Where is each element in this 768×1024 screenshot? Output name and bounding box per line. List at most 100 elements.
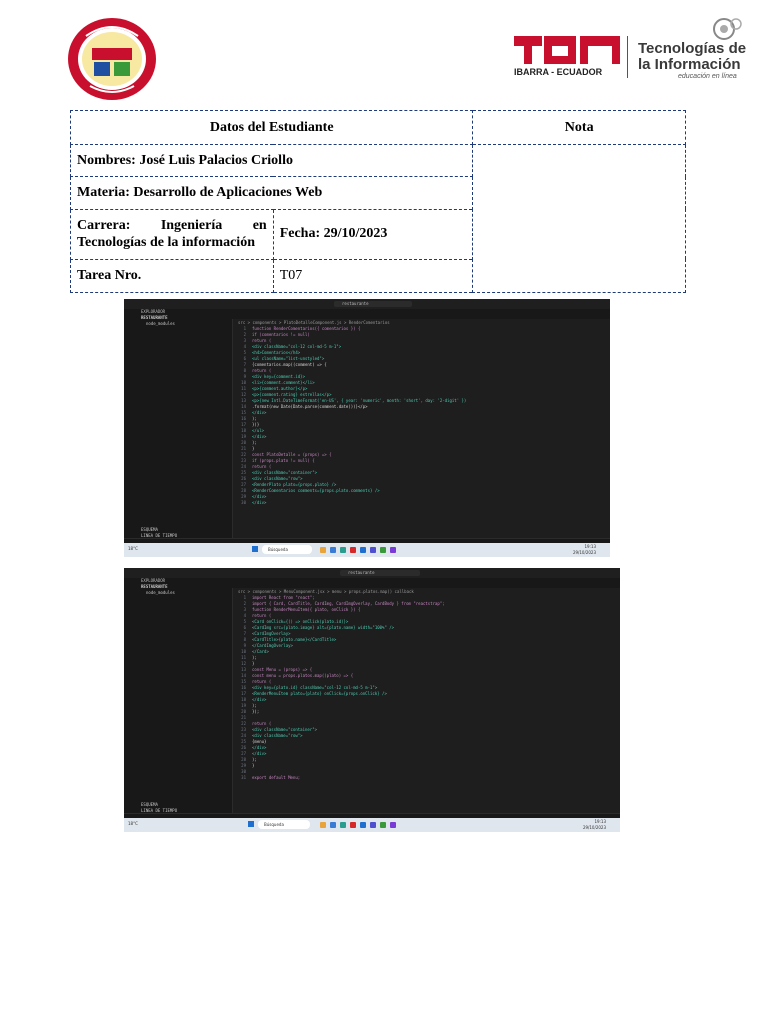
code-text: {menu} — [252, 739, 267, 744]
file-tree: node_modulespublicassetsfavicon.icoindex… — [138, 590, 232, 596]
windows-start-icon[interactable] — [252, 546, 258, 552]
code-text: ); — [252, 703, 257, 708]
code-text: <p>{comment.rating} estrellas</p> — [252, 392, 332, 397]
code-text: ); — [252, 416, 257, 421]
code-text: .format(new Date(Date.parse(comment.date… — [252, 404, 368, 409]
code-text: <CardImgOverlay> — [252, 631, 291, 636]
weather-widget[interactable]: 18°C — [128, 546, 138, 551]
code-line[interactable]: 30 </div> — [232, 500, 610, 506]
utn-subtitle: IBARRA - ECUADOR — [514, 67, 603, 77]
code-text: </div> — [252, 751, 267, 756]
code-text: ); — [252, 757, 257, 762]
code-text: } — [252, 763, 255, 768]
logo-title-line2: la Información — [638, 56, 741, 73]
command-search[interactable]: restaurante — [340, 570, 420, 576]
header-nota: Nota — [472, 109, 686, 146]
code-text: </ul> — [252, 428, 265, 433]
carrera-cell: Carrera: Ingeniería en Tecnologías de la… — [70, 208, 274, 260]
code-text: <CardImg src={plato.image} alt={plato.na… — [252, 625, 395, 630]
code-text: <div className="container"> — [252, 727, 318, 732]
materia-cell: Materia: Desarrollo de Aplicaciones Web — [69, 176, 474, 210]
code-text: <RenderMenuItem plato={plato} onClick={p… — [252, 691, 387, 696]
code-editor: src > components > MenuComponent.jsx > m… — [232, 578, 620, 781]
app-icon[interactable] — [380, 547, 386, 553]
app-icon[interactable] — [320, 822, 326, 828]
tarea-value-cell: T07 — [272, 258, 474, 294]
code-text: return ( — [252, 613, 272, 618]
app-icon[interactable] — [390, 547, 396, 553]
code-text: </div> — [252, 745, 267, 750]
code-text: <div className="row"> — [252, 733, 303, 738]
code-text: <p>{comment.author}</p> — [252, 386, 308, 391]
code-text: <p>{new Intl.DateTimeFormat('en-US', { y… — [252, 398, 467, 403]
nota-cell — [472, 144, 686, 293]
code-text: import { Card, CardTitle, CardImg, CardI… — [252, 601, 445, 606]
code-text: return ( — [252, 368, 272, 373]
code-text: </div> — [252, 697, 267, 702]
app-icon[interactable] — [320, 547, 326, 553]
app-icon[interactable] — [370, 822, 376, 828]
code-text: return ( — [252, 721, 272, 726]
code-text: </div> — [252, 500, 267, 505]
code-text: })} — [252, 422, 260, 427]
vscode-screenshot-2: restaurante EXPLORADOR RESTAURANTE node_… — [124, 568, 620, 832]
code-text: <div className="row"> — [252, 476, 303, 481]
university-seal-logo — [66, 16, 158, 102]
code-lines[interactable]: 1 import React from "react"; 2 import { Car… — [232, 595, 620, 781]
app-icon[interactable] — [380, 822, 386, 828]
explorer-sidebar: EXPLORADOR RESTAURANTE node_modulespubli… — [138, 578, 233, 816]
app-icon[interactable] — [390, 822, 396, 828]
activity-bar — [124, 309, 138, 541]
code-text: function RenderComentarios({ comentarios… — [252, 326, 361, 331]
vscode-icon[interactable] — [360, 547, 366, 553]
app-icon[interactable] — [340, 547, 346, 553]
logo-tagline: educación en línea — [678, 73, 737, 80]
app-icon[interactable] — [350, 822, 356, 828]
app-icon[interactable] — [340, 822, 346, 828]
code-text: ); — [252, 655, 257, 660]
code-editor: src > components > PlatoDetalleComponent… — [232, 309, 610, 506]
code-text: <RenderPlato plato={props.plato} /> — [252, 482, 337, 487]
code-text: <li>{comment.comment}</li> — [252, 380, 315, 385]
header-datos-estudiante: Datos del Estudiante — [69, 109, 474, 146]
windows-taskbar: 18°C Búsqueda 19:13 29/10/2023 — [124, 543, 610, 557]
code-text: if (props.plato != null) { — [252, 458, 315, 463]
editor-tabs — [232, 578, 620, 588]
app-icon[interactable] — [330, 547, 336, 553]
code-text: return ( — [252, 464, 272, 469]
explorer-sidebar: EXPLORADOR RESTAURANTE node_modulespubli… — [138, 309, 233, 541]
app-icon[interactable] — [350, 547, 356, 553]
vscode-icon[interactable] — [360, 822, 366, 828]
breadcrumb: src > components > MenuComponent.jsx > m… — [238, 589, 414, 594]
app-icon[interactable] — [330, 822, 336, 828]
code-text: <div className="container"> — [252, 470, 318, 475]
windows-start-icon[interactable] — [248, 821, 254, 827]
line-number: 31 — [241, 775, 246, 780]
code-line[interactable]: 31 export default Menu; — [232, 775, 620, 781]
code-text: export default Menu; — [252, 775, 301, 780]
breadcrumb: src > components > PlatoDetalleComponent… — [238, 320, 390, 325]
logo-title-line1: Tecnologías de — [638, 40, 747, 57]
code-text: return ( — [252, 338, 272, 343]
weather-widget[interactable]: 18°C — [128, 821, 138, 826]
code-text: return ( — [252, 679, 272, 684]
vscode-screenshot-1: restaurante EXPLORADOR RESTAURANTE node_… — [124, 299, 610, 557]
code-text: const menu = props.platos.map((plato) =>… — [252, 673, 354, 678]
gear-brain-icon — [713, 18, 742, 40]
taskbar-search[interactable]: Búsqueda — [258, 820, 310, 829]
code-lines[interactable]: 1 function RenderComentarios({ comentario… — [232, 326, 610, 506]
code-text: <ul className="list-unstyled"> — [252, 356, 325, 361]
editor-tabs — [232, 309, 610, 319]
code-text: if (comentarios != null) — [252, 332, 310, 337]
code-text: }); — [252, 709, 260, 714]
activity-bar — [124, 578, 138, 816]
code-text: <div key={plato.id} className="col-12 co… — [252, 685, 378, 690]
code-text: <Card onClick={() => onClick(plato.id)}> — [252, 619, 349, 624]
code-text: <div key={comment.id}> — [252, 374, 305, 379]
command-search[interactable]: restaurante — [334, 301, 412, 307]
taskbar-search[interactable]: Búsqueda — [262, 545, 312, 554]
code-text: const Menu = (props) => { — [252, 667, 313, 672]
line-number: 30 — [241, 500, 246, 505]
app-icon[interactable] — [370, 547, 376, 553]
utn-tecnologias-logo: IBARRA - ECUADOR Tecnologías de la Infor… — [514, 16, 750, 82]
